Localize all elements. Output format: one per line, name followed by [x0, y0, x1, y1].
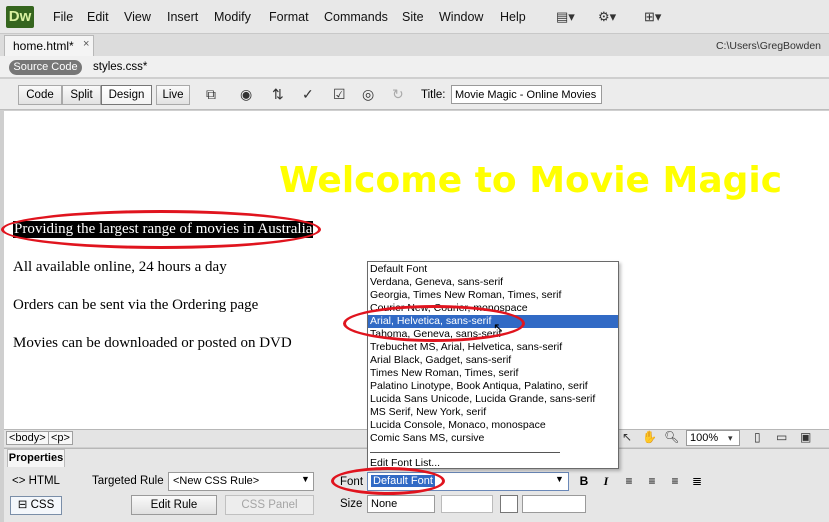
document-tab[interactable]: home.html* × — [4, 35, 94, 56]
paragraph[interactable]: Movies can be downloaded or posted on DV… — [13, 335, 292, 352]
source-code-button[interactable]: Source Code — [9, 60, 82, 75]
code-view-button[interactable]: Code — [18, 85, 62, 105]
menu-file[interactable]: File — [53, 10, 73, 24]
html-mode-button[interactable]: <> HTML — [12, 475, 60, 487]
mobile-size-icon[interactable]: ▯ — [754, 430, 761, 444]
title-label: Title: — [421, 89, 446, 101]
css-icon: ⊟ — [17, 499, 31, 511]
font-option[interactable]: Georgia, Times New Roman, Times, serif — [368, 289, 618, 302]
refresh-icon[interactable]: ↻ — [392, 86, 404, 103]
font-option[interactable]: Trebuchet MS, Arial, Helvetica, sans-ser… — [368, 341, 618, 354]
design-view-button[interactable]: Design — [101, 85, 152, 105]
pointer-icon[interactable]: ↖ — [622, 430, 632, 444]
color-input[interactable] — [522, 495, 586, 513]
paragraph[interactable]: All available online, 24 hours a day — [13, 259, 227, 276]
mouse-cursor-icon: ↖ — [493, 320, 504, 335]
visual-aids-icon[interactable]: ◎ — [362, 86, 374, 103]
menu-help[interactable]: Help — [500, 10, 526, 24]
font-option[interactable]: Lucida Sans Unicode, Lucida Grande, sans… — [368, 393, 618, 406]
multiscreen-icon[interactable]: ⧉ — [206, 86, 216, 103]
list-divider — [370, 452, 560, 453]
targeted-rule-label: Targeted Rule — [92, 475, 164, 487]
css-panel-button[interactable]: CSS Panel — [225, 495, 314, 515]
edit-rule-button[interactable]: Edit Rule — [131, 495, 217, 515]
page-heading: Welcome to Movie Magic — [279, 160, 783, 201]
file-management-icon[interactable]: ⇅ — [272, 86, 284, 103]
tag-p[interactable]: <p> — [48, 431, 73, 445]
targeted-rule-select[interactable]: <New CSS Rule> — [168, 472, 314, 491]
menu-format[interactable]: Format — [269, 10, 309, 24]
chevron-down-icon: ▾ — [728, 433, 733, 443]
close-icon[interactable]: × — [83, 38, 89, 50]
menu-view[interactable]: View — [124, 10, 151, 24]
font-option[interactable]: Courier New, Courier, monospace — [368, 302, 618, 315]
unit-select[interactable] — [441, 495, 493, 513]
menu-site[interactable]: Site — [402, 10, 424, 24]
menu-commands[interactable]: Commands — [324, 10, 388, 24]
font-label: Font — [340, 476, 364, 488]
font-option[interactable]: Verdana, Geneva, sans-serif — [368, 276, 618, 289]
color-picker-swatch[interactable] — [500, 495, 518, 513]
css-mode-label: CSS — [30, 499, 55, 511]
tablet-size-icon[interactable]: ▭ — [776, 430, 787, 444]
related-file-styles[interactable]: styles.css* — [93, 61, 147, 73]
paragraph[interactable]: Orders can be sent via the Ordering page — [13, 297, 258, 314]
size-label: Size — [340, 498, 363, 510]
font-dropdown-list: Default Font Verdana, Geneva, sans-serif… — [367, 261, 619, 469]
chevron-down-icon: ▼ — [555, 474, 564, 484]
app-logo: Dw — [6, 6, 34, 28]
menu-edit[interactable]: Edit — [87, 10, 109, 24]
browser-preview-icon[interactable]: ◉ — [240, 86, 252, 103]
hand-icon[interactable]: ✋ — [642, 430, 657, 444]
page-title-input[interactable] — [451, 85, 602, 104]
align-left-icon[interactable]: ≡ — [620, 474, 638, 488]
align-center-icon[interactable]: ≡ — [643, 474, 661, 488]
file-path: C:\Users\GregBowden — [715, 40, 821, 52]
w3c-validation-icon[interactable]: ✓ — [302, 86, 314, 103]
font-option[interactable]: Default Font — [368, 263, 618, 276]
check-browser-icon[interactable]: ☑ — [333, 86, 346, 103]
font-select-value: Default Font — [371, 475, 435, 487]
selected-paragraph[interactable]: Providing the largest range of movies in… — [13, 221, 314, 238]
align-justify-icon[interactable]: ≣ — [688, 474, 706, 488]
properties-tab[interactable]: Properties — [7, 449, 65, 467]
code-icon: <> — [12, 475, 29, 487]
font-option[interactable]: MS Serif, New York, serif — [368, 406, 618, 419]
layout-icon[interactable]: ▤▾ — [556, 9, 575, 25]
live-view-button[interactable]: Live — [156, 85, 190, 105]
css-mode-button[interactable]: ⊟ CSS — [10, 496, 62, 515]
size-select[interactable]: None — [367, 495, 435, 513]
split-view-button[interactable]: Split — [62, 85, 101, 105]
align-right-icon[interactable]: ≡ — [666, 474, 684, 488]
chevron-down-icon: ▼ — [301, 474, 310, 484]
font-option[interactable]: Lucida Console, Monaco, monospace — [368, 419, 618, 432]
tag-body[interactable]: <body> — [6, 431, 49, 445]
gear-icon[interactable]: ⚙▾ — [598, 9, 616, 25]
menu-window[interactable]: Window — [439, 10, 483, 24]
site-icon[interactable]: ⊞▾ — [644, 9, 661, 25]
italic-button[interactable]: I — [597, 474, 615, 489]
menu-modify[interactable]: Modify — [214, 10, 251, 24]
font-option[interactable]: Times New Roman, Times, serif — [368, 367, 618, 380]
zoom-icon[interactable]: 🔍︎ — [664, 430, 679, 444]
font-option[interactable]: Comic Sans MS, cursive — [368, 432, 618, 445]
font-option[interactable]: Arial Black, Gadget, sans-serif — [368, 354, 618, 367]
document-tab-label: home.html* — [13, 39, 74, 53]
html-mode-label: HTML — [28, 475, 60, 487]
desktop-size-icon[interactable]: ▣ — [800, 430, 811, 444]
menu-insert[interactable]: Insert — [167, 10, 198, 24]
font-option[interactable]: Palatino Linotype, Book Antiqua, Palatin… — [368, 380, 618, 393]
document-tab-bar — [0, 34, 829, 56]
bold-button[interactable]: B — [575, 474, 593, 488]
font-select[interactable]: Default Font — [367, 472, 569, 491]
edit-font-list-option[interactable]: Edit Font List... — [368, 457, 618, 470]
